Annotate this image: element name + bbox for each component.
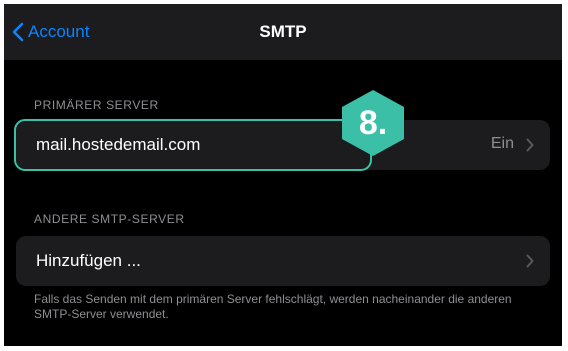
primary-server-highlight [14, 119, 372, 171]
add-server-label: Hinzufügen ... [36, 251, 141, 270]
smtp-settings-screen: Account SMTP PRIMÄRER SERVER mail.hosted… [4, 4, 562, 346]
add-server-row[interactable]: Hinzufügen ... [16, 236, 550, 286]
step-badge-label: 8. [358, 103, 388, 142]
primary-server-status: Ein [490, 135, 514, 152]
other-servers-footer: Falls das Senden mit dem primären Server… [34, 292, 512, 321]
chevron-right-icon [526, 138, 534, 152]
chevron-right-icon [526, 254, 534, 268]
primary-server-header: PRIMÄRER SERVER [34, 98, 159, 112]
page-title: SMTP [259, 22, 307, 41]
other-servers-header: ANDERE SMTP-SERVER [34, 212, 185, 226]
navigation-bar: Account SMTP [4, 4, 562, 60]
